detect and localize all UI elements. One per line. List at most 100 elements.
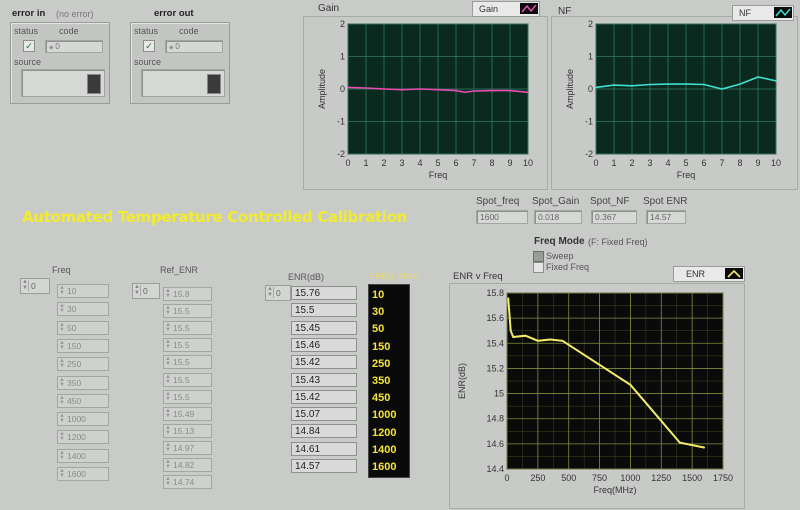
- stepper-icon[interactable]: ▲ ▼: [59, 468, 65, 479]
- ref-enr-array-cell[interactable]: ▲ ▼ 15.5: [163, 389, 212, 404]
- freq-array-cell[interactable]: ▲ ▼ 1600: [57, 467, 109, 481]
- enr-array-cell[interactable]: 15.76: [291, 286, 357, 300]
- enr-array-index[interactable]: ▲ ▼ 0: [265, 285, 291, 301]
- data-point: [613, 84, 615, 86]
- spot-enr-value: 14.57: [646, 210, 686, 224]
- y-tick-label: 14.8: [486, 414, 504, 424]
- enr-legend-swatch-icon: [725, 268, 743, 279]
- ref-enr-array-cell[interactable]: ▲ ▼ 15.8: [163, 287, 212, 301]
- stepper-icon[interactable]: ▲ ▼: [59, 377, 65, 388]
- enr-array-cell[interactable]: 15.5: [291, 303, 357, 318]
- stepper-icon[interactable]: ▲ ▼: [165, 408, 171, 419]
- spot-gain-label: Spot_Gain: [532, 196, 580, 207]
- freq-column-label: FREQ (MHz): [370, 271, 420, 281]
- freq-mode-sweep-radio[interactable]: [533, 251, 544, 262]
- stepper-icon[interactable]: ▲ ▼: [59, 413, 65, 424]
- data-point: [383, 88, 385, 90]
- freq-array-cell[interactable]: ▲ ▼ 30: [57, 302, 109, 317]
- error-in-source-scrollbar[interactable]: [87, 74, 101, 94]
- stepper-icon[interactable]: ▲ ▼: [59, 395, 65, 406]
- ref-enr-array-cell[interactable]: ▲ ▼ 15.49: [163, 406, 212, 421]
- ref-enr-array-index[interactable]: ▲ ▼ 0: [132, 283, 160, 299]
- enr-array-cell[interactable]: 15.42: [291, 355, 357, 370]
- enr-legend[interactable]: ENR: [673, 266, 745, 282]
- ref-enr-array-cell[interactable]: ▲ ▼ 15.5: [163, 304, 212, 319]
- freq-array-cell[interactable]: ▲ ▼ 150: [57, 338, 109, 353]
- freq-column-value: 10: [372, 289, 385, 301]
- data-point: [595, 86, 597, 88]
- enr-array-cell[interactable]: 15.42: [291, 389, 357, 404]
- stepper-icon[interactable]: ▲ ▼: [59, 358, 65, 369]
- data-point: [685, 83, 687, 85]
- stepper-icon[interactable]: ▲ ▼: [165, 476, 171, 487]
- enr-array-cell[interactable]: 15.46: [291, 337, 357, 352]
- y-tick-label: -2: [585, 149, 593, 159]
- enr-array-cell[interactable]: 14.61: [291, 441, 357, 456]
- stepper-icon[interactable]: ▲ ▼: [59, 450, 65, 461]
- ref-enr-array-cell[interactable]: ▲ ▼ 15.5: [163, 338, 212, 353]
- enr-array-cell[interactable]: 15.43: [291, 372, 357, 387]
- stepper-icon[interactable]: ▲ ▼: [165, 442, 171, 453]
- freq-mode-label: Freq Mode: [534, 236, 585, 247]
- x-tick-label: 7: [719, 158, 724, 168]
- freq-array-cell[interactable]: ▲ ▼ 10: [57, 284, 109, 298]
- enr-array-cell[interactable]: 15.45: [291, 320, 357, 335]
- freq-array-cell[interactable]: ▲ ▼ 250: [57, 357, 109, 372]
- ref-enr-array-cell[interactable]: ▲ ▼ 15.5: [163, 321, 212, 336]
- data-point: [739, 83, 741, 85]
- stepper-icon[interactable]: ▲ ▼: [165, 305, 171, 316]
- freq-array-index[interactable]: ▲ ▼ 0: [20, 278, 50, 294]
- spot-freq-value: 1600: [476, 210, 528, 224]
- ref-enr-array-cell[interactable]: ▲ ▼ 14.74: [163, 475, 212, 490]
- data-point: [757, 76, 759, 78]
- ref-enr-array-value: 14.82: [173, 460, 195, 470]
- x-tick-label: 10: [771, 158, 781, 168]
- ref-enr-array-value: 15.5: [173, 391, 190, 402]
- error-in-source-field[interactable]: [21, 69, 105, 97]
- stepper-icon[interactable]: ▲ ▼: [59, 322, 65, 333]
- stepper-icon[interactable]: ▲ ▼: [165, 322, 171, 333]
- stepper-icon[interactable]: ▲ ▼: [165, 374, 171, 385]
- stepper-icon[interactable]: ▲ ▼: [165, 425, 171, 436]
- error-out-source-field: [141, 69, 225, 97]
- stepper-icon[interactable]: ▲ ▼: [59, 285, 65, 296]
- y-tick-label: 0: [588, 84, 593, 94]
- x-tick-label: 3: [399, 158, 404, 168]
- ref-enr-array-cell[interactable]: ▲ ▼ 15.13: [163, 423, 212, 438]
- stepper-icon[interactable]: ▲ ▼: [165, 339, 171, 350]
- data-point: [527, 91, 529, 93]
- freq-array-cell[interactable]: ▲ ▼ 350: [57, 375, 109, 390]
- error-out-cluster: status code ✓ ◆ 0 source: [130, 22, 230, 104]
- enr-array-cell[interactable]: 15.07: [291, 407, 357, 422]
- enr-array-cell[interactable]: 14.57: [291, 459, 357, 473]
- ref-enr-array-cell[interactable]: ▲ ▼ 15.5: [163, 372, 212, 387]
- stepper-icon[interactable]: ▲ ▼: [165, 288, 171, 299]
- y-tick-label: 15.2: [486, 363, 504, 373]
- freq-mode-fixed-radio[interactable]: [533, 262, 544, 273]
- stepper-icon[interactable]: ▲ ▼: [59, 340, 65, 351]
- freq-array-cell[interactable]: ▲ ▼ 1000: [57, 412, 109, 427]
- freq-array-cell[interactable]: ▲ ▼ 1400: [57, 448, 109, 463]
- stepper-icon[interactable]: ▲ ▼: [165, 391, 171, 402]
- ref-enr-array-cell[interactable]: ▲ ▼ 15.5: [163, 355, 212, 370]
- x-tick-label: 1000: [620, 473, 640, 483]
- freq-array-cell[interactable]: ▲ ▼ 450: [57, 393, 109, 408]
- ref-enr-array-cell[interactable]: ▲ ▼ 14.82: [163, 458, 212, 472]
- error-in-status-checkbox[interactable]: ✓: [23, 40, 35, 52]
- error-out-source-scrollbar[interactable]: [207, 74, 221, 94]
- enr-array-cell[interactable]: 14.84: [291, 424, 357, 439]
- ref-enr-array-value: 15.5: [173, 306, 190, 317]
- stepper-icon[interactable]: ▲ ▼: [59, 431, 65, 442]
- ref-enr-array-cell[interactable]: ▲ ▼ 14.97: [163, 440, 212, 455]
- freq-array-value: 350: [67, 377, 82, 388]
- error-in-code-field[interactable]: ◆ 0: [45, 40, 103, 53]
- stepper-icon[interactable]: ▲ ▼: [165, 356, 171, 367]
- freq-array-cell[interactable]: ▲ ▼ 50: [57, 320, 109, 335]
- enr-chart: 0 250 500 750 1000 1250 1500 1750 14.4 14.6 14.8 15…: [457, 288, 733, 495]
- spot-enr-label: Spot ENR: [643, 196, 688, 207]
- data-point: [510, 330, 512, 332]
- gain-legend[interactable]: Gain: [472, 1, 540, 17]
- stepper-icon[interactable]: ▲ ▼: [59, 303, 65, 314]
- stepper-icon[interactable]: ▲ ▼: [165, 459, 171, 470]
- freq-array-cell[interactable]: ▲ ▼ 1200: [57, 430, 109, 445]
